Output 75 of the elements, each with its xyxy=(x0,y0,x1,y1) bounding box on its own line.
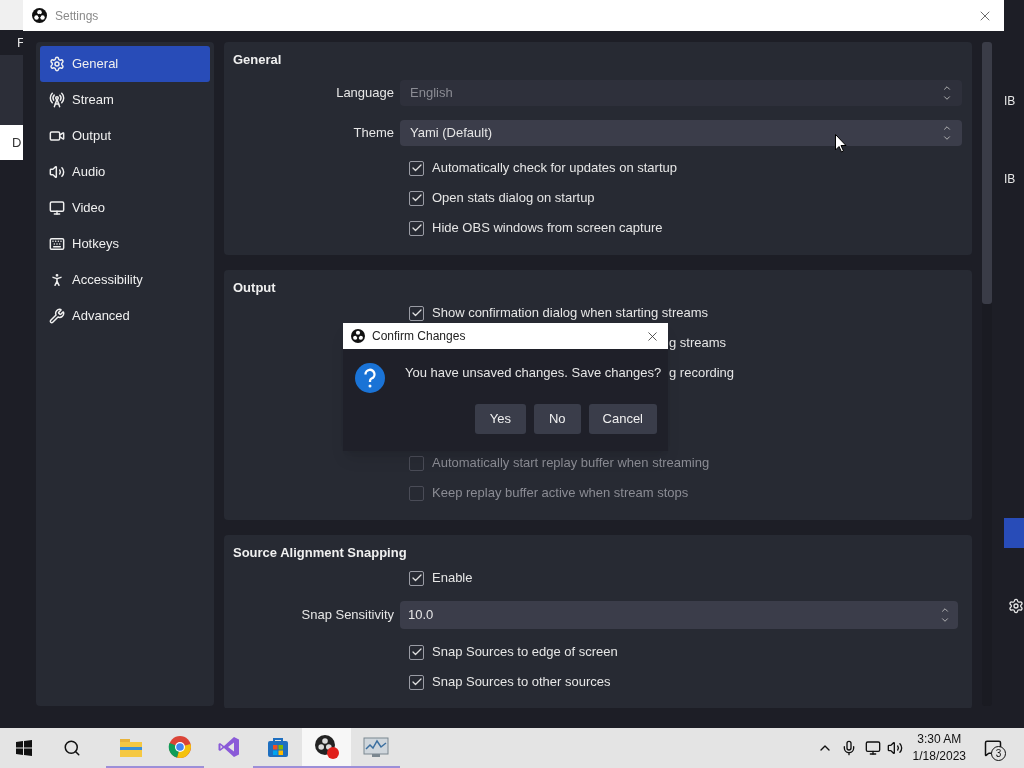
infinity-icon xyxy=(216,735,241,759)
selected-row xyxy=(1004,518,1024,548)
option-label: g streams xyxy=(669,334,727,353)
dialog-button[interactable]: Yes xyxy=(474,404,526,434)
sidebar-item[interactable]: Video xyxy=(40,190,210,226)
dialog-title: Confirm Changes xyxy=(372,328,466,345)
sidebar-item[interactable]: General xyxy=(40,46,210,82)
question-icon xyxy=(355,363,385,393)
taskbar-app[interactable] xyxy=(302,728,351,768)
store-icon xyxy=(265,735,290,759)
gear-icon[interactable] xyxy=(1008,598,1024,614)
sidebar-item[interactable]: Accessibility xyxy=(40,262,210,298)
section-heading: General xyxy=(233,51,282,70)
option-label: Hide OBS windows from screen capture xyxy=(432,219,663,238)
windows-logo-icon[interactable] xyxy=(16,740,32,756)
option-label: Snap Sources to edge of screen xyxy=(432,643,618,662)
monitor-chart-icon xyxy=(362,736,389,758)
camera-icon xyxy=(49,128,65,144)
field-label: Snap Sensitivity xyxy=(301,606,394,625)
sidebar-item[interactable]: Advanced xyxy=(40,298,210,334)
person-icon xyxy=(49,272,65,288)
option-label: Keep replay buffer active when stream stops xyxy=(432,484,689,503)
clock[interactable]: 3:30 AM 1/18/2023 xyxy=(912,731,966,765)
sidebar-item[interactable]: Stream xyxy=(40,82,210,118)
option-label: Automatically start replay buffer when streaming xyxy=(432,454,710,473)
monitor-icon xyxy=(49,200,65,216)
checkbox[interactable] xyxy=(409,570,424,586)
wrench-icon xyxy=(49,308,65,324)
option-label: Automatically check for updates on startup xyxy=(432,159,677,178)
option-label: g recording xyxy=(669,364,735,383)
checkbox[interactable] xyxy=(409,160,424,176)
window-panel xyxy=(0,55,23,125)
scrollbar[interactable] xyxy=(982,42,992,706)
network-icon[interactable] xyxy=(864,740,881,756)
sidebar-item[interactable]: Output xyxy=(40,118,210,154)
dropdown[interactable]: Yami (Default) xyxy=(400,120,962,146)
checkbox[interactable] xyxy=(409,220,424,236)
option-label: Open stats dialog on startup xyxy=(432,189,595,208)
window-title: Settings xyxy=(55,7,99,25)
window-titlebar xyxy=(0,0,23,30)
browser-icon xyxy=(167,735,192,759)
number-field[interactable]: 10.0 xyxy=(400,601,958,629)
meter-label: IB xyxy=(1004,171,1017,188)
folder-icon xyxy=(118,736,143,758)
option-label: Show confirmation dialog when starting streams xyxy=(432,304,709,323)
stepper-icon[interactable] xyxy=(940,605,950,625)
checkbox[interactable] xyxy=(409,674,424,690)
checkbox[interactable] xyxy=(409,305,424,321)
speaker-icon[interactable] xyxy=(886,740,903,756)
meter-label: IB xyxy=(1004,93,1017,110)
option-label: Snap Sources to other sources xyxy=(432,673,611,692)
antenna-icon xyxy=(49,92,65,108)
gear-icon xyxy=(49,56,65,72)
notification-count: 3 xyxy=(991,746,1006,761)
option-label: Enable xyxy=(432,569,473,588)
field-label: Language xyxy=(336,84,394,103)
keyboard-icon xyxy=(49,236,65,252)
dialog-button[interactable]: Cancel xyxy=(588,404,657,434)
search-icon[interactable] xyxy=(63,739,81,757)
sidebar-item[interactable]: Hotkeys xyxy=(40,226,210,262)
checkbox[interactable] xyxy=(409,190,424,206)
cursor-icon xyxy=(835,134,847,153)
dialog-button[interactable]: No xyxy=(533,404,581,434)
recorder-icon xyxy=(313,734,340,760)
logo-icon xyxy=(32,8,47,23)
checkbox[interactable] xyxy=(409,644,424,660)
logo-icon xyxy=(351,329,365,343)
stepper-icon[interactable] xyxy=(942,123,952,143)
sidebar-item[interactable]: Audio xyxy=(40,154,210,190)
section-heading: Output xyxy=(233,279,276,298)
panel-label: D xyxy=(12,133,22,152)
field-label: Theme xyxy=(353,124,394,143)
section-heading: Source Alignment Snapping xyxy=(233,544,407,563)
speaker-icon xyxy=(49,164,65,180)
dialog-message: You have unsaved changes. Save changes? xyxy=(405,364,662,382)
